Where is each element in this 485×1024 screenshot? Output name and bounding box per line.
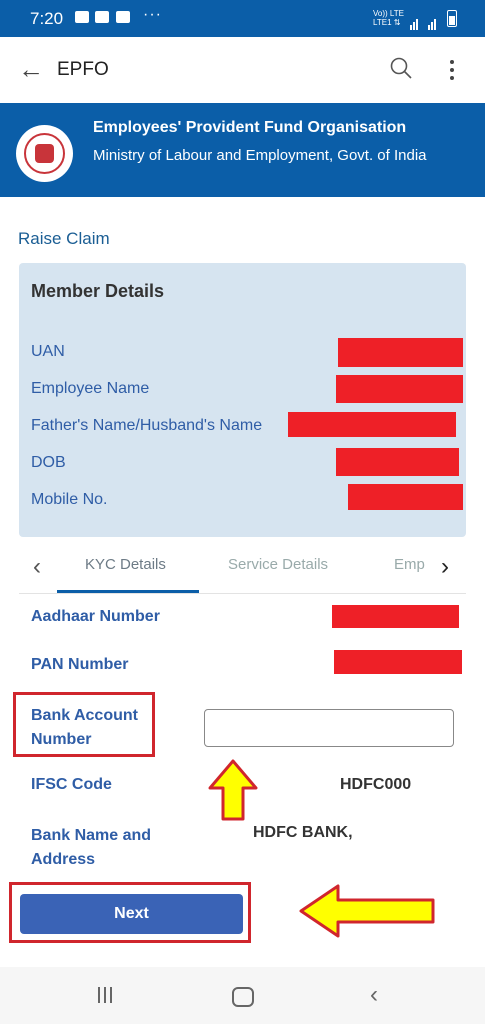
bank-name-value: HDFC BANK,: [253, 824, 353, 841]
overflow-menu-icon[interactable]: [449, 60, 455, 84]
org-name: Employees' Provident Fund Organisation: [93, 119, 407, 136]
bank-name-label: Bank Name and Address: [31, 827, 152, 868]
member-details-card: Member Details UAN Employee Name Father'…: [19, 263, 466, 537]
tab-employment[interactable]: Emp: [394, 556, 425, 573]
ifsc-label: IFSC Code: [31, 776, 112, 793]
app-title: EPFO: [57, 59, 109, 80]
aadhaar-redaction: [332, 605, 459, 628]
pan-label: PAN Number: [31, 656, 129, 673]
system-nav-bar: ‹: [0, 967, 485, 1024]
page-title: Raise Claim: [18, 229, 110, 248]
employee-name-label: Employee Name: [31, 380, 150, 397]
employee-name-redaction: [336, 375, 463, 403]
next-button[interactable]: Next: [20, 894, 243, 934]
uan-label: UAN: [31, 343, 65, 360]
epfo-logo: [16, 125, 73, 182]
bank-account-input[interactable]: [204, 709, 454, 747]
lte-indicator: Vo)) LTE LTE1 ⇅: [373, 9, 404, 27]
status-bar: 7:20 ··· Vo)) LTE LTE1 ⇅: [0, 0, 485, 37]
mobile-redaction: [348, 484, 463, 510]
tab-kyc-details[interactable]: KYC Details: [85, 556, 166, 573]
gallery-icon: [75, 11, 89, 23]
signal-icon-2: [428, 12, 437, 30]
more-notifications-icon: ···: [143, 6, 162, 23]
active-tab-indicator: [57, 590, 199, 593]
member-details-title: Member Details: [31, 281, 165, 301]
bank-account-label: Bank Account Number: [31, 707, 138, 748]
battery-icon: [447, 10, 457, 27]
home-icon[interactable]: [232, 987, 254, 1007]
search-icon[interactable]: [390, 57, 412, 79]
up-arrow-annotation: [208, 759, 258, 821]
back-arrow-icon[interactable]: ←: [18, 54, 44, 84]
dob-label: DOB: [31, 454, 66, 471]
app-bar: ← EPFO: [0, 37, 485, 103]
status-time: 7:20: [30, 9, 64, 28]
father-name-redaction: [288, 412, 456, 437]
dob-redaction: [336, 448, 459, 476]
message-icon: [95, 11, 109, 23]
recents-icon[interactable]: [98, 987, 116, 1008]
mobile-label: Mobile No.: [31, 491, 108, 508]
tab-divider: [19, 593, 466, 594]
aadhaar-label: Aadhaar Number: [31, 608, 160, 625]
ministry-name: Ministry of Labour and Employment, Govt.…: [93, 147, 427, 164]
father-name-label: Father's Name/Husband's Name: [31, 417, 263, 434]
pan-redaction: [334, 650, 462, 674]
org-banner: Employees' Provident Fund Organisation M…: [0, 103, 485, 197]
tab-prev-chevron-icon[interactable]: ‹: [33, 553, 41, 581]
uan-redaction: [338, 338, 463, 367]
tab-service-details[interactable]: Service Details: [228, 556, 328, 573]
left-arrow-annotation: [299, 884, 435, 938]
signal-icon: [410, 12, 419, 30]
system-back-icon[interactable]: ‹: [370, 981, 378, 1009]
ifsc-value: HDFC000: [340, 776, 412, 793]
mail-icon: [116, 11, 130, 23]
tab-next-chevron-icon[interactable]: ›: [441, 553, 449, 581]
